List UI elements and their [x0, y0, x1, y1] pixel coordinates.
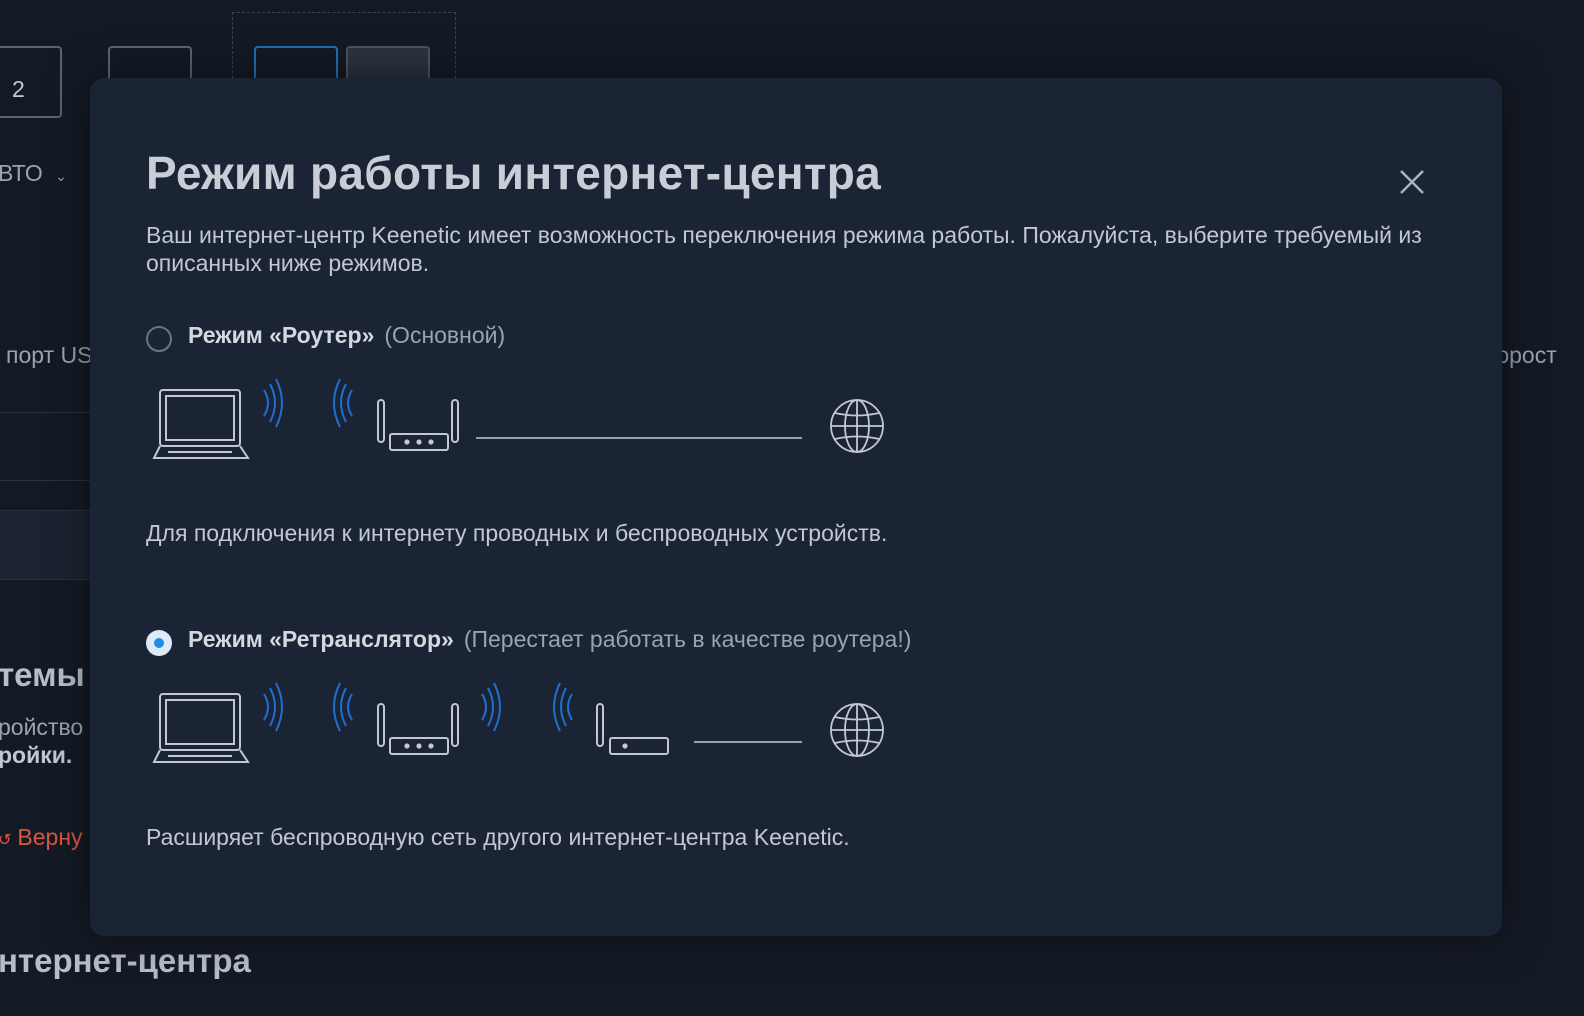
radio-repeater[interactable]	[146, 630, 172, 656]
wifi-waves-icon	[333, 378, 353, 428]
settings-text: ройки.	[0, 742, 73, 768]
laptop-icon	[152, 389, 250, 459]
wifi-waves-icon	[481, 682, 501, 732]
close-button[interactable]	[1396, 166, 1428, 198]
option-name: Режим «Роутер»	[188, 322, 375, 348]
undo-icon: ↺	[0, 832, 12, 849]
option-repeater-label[interactable]: Режим «Ретранслятор» (Перестает работать …	[188, 626, 911, 653]
highlighted-row	[0, 510, 90, 580]
divider	[0, 412, 90, 413]
chevron-down-icon: ⌄	[55, 168, 67, 184]
bottom-heading: нтернет-центра	[0, 942, 251, 979]
divider	[0, 480, 90, 481]
wifi-waves-icon	[553, 682, 573, 732]
return-link[interactable]: ↺ Верну	[0, 824, 83, 851]
wifi-waves-icon	[333, 682, 353, 732]
close-icon	[1400, 170, 1424, 194]
systems-heading: темы	[0, 656, 85, 693]
router-mode-diagram	[152, 378, 884, 459]
dialog-title: Режим работы интернет-центра	[146, 147, 881, 199]
dialog-description: Ваш интернет-центр Keenetic имеет возмож…	[146, 222, 1422, 276]
mode-select[interactable]: ВТО ⌄	[0, 160, 67, 187]
option-note: (Основной)	[384, 322, 506, 348]
mode-dialog: Режим работы интернет-центра Ваш интерне…	[90, 78, 1502, 936]
port-number: 2	[12, 76, 25, 102]
router-icon	[377, 703, 459, 755]
globe-icon	[830, 703, 884, 757]
mode-select-value: ВТО	[0, 160, 43, 186]
radio-router[interactable]	[146, 326, 172, 352]
globe-icon	[830, 399, 884, 453]
option-name: Режим «Ретранслятор»	[188, 626, 454, 652]
main-router-icon	[596, 703, 669, 755]
lan-port-2	[0, 46, 62, 118]
laptop-icon	[152, 693, 250, 763]
option-router-label[interactable]: Режим «Роутер» (Основной)	[188, 322, 505, 349]
device-text: ройство	[0, 714, 84, 740]
repeater-mode-diagram	[152, 682, 884, 763]
return-link-label: Верну	[17, 824, 83, 850]
option-repeater-caption: Расширяет беспроводную сеть другого инте…	[146, 824, 850, 850]
wifi-waves-icon	[263, 378, 283, 428]
usb-port-text: порт US	[6, 342, 93, 368]
router-icon	[377, 399, 459, 451]
option-router-caption: Для подключения к интернету проводных и …	[146, 520, 888, 546]
wifi-waves-icon	[263, 682, 283, 732]
option-note: (Перестает работать в качестве роутера!)	[463, 626, 912, 652]
